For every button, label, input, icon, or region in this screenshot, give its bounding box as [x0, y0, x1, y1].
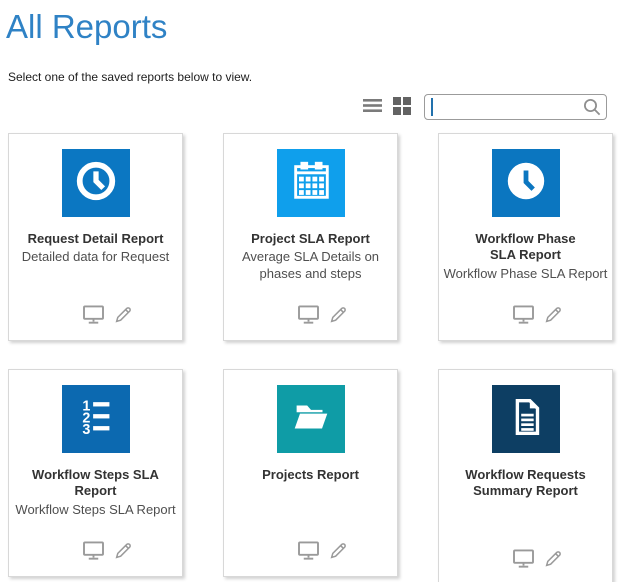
card-actions — [224, 305, 397, 327]
report-title: Projects Report — [224, 467, 397, 483]
report-title: Project SLA Report — [224, 231, 397, 247]
clock-solid-icon — [503, 158, 549, 209]
grid-view-icon — [393, 97, 411, 118]
search-box — [424, 94, 607, 120]
svg-text:3: 3 — [82, 422, 90, 438]
report-card-grid: Request Detail Report Detailed data for … — [8, 133, 628, 582]
calendar-icon — [288, 158, 334, 209]
report-description: Workflow Steps SLA Report — [9, 502, 182, 519]
edit-report-button[interactable] — [114, 305, 133, 327]
search-input[interactable] — [424, 94, 607, 120]
report-tile — [492, 385, 560, 453]
report-tile — [277, 385, 345, 453]
list-view-icon — [363, 98, 382, 116]
view-report-button[interactable] — [297, 541, 320, 563]
monitor-icon — [512, 549, 535, 571]
monitor-icon — [82, 541, 105, 563]
edit-report-button[interactable] — [544, 305, 563, 327]
edit-report-button[interactable] — [114, 541, 133, 563]
view-report-button[interactable] — [297, 305, 320, 327]
pencil-icon — [329, 541, 348, 563]
page-title: All Reports — [6, 8, 628, 46]
pencil-icon — [544, 549, 563, 571]
edit-report-button[interactable] — [329, 541, 348, 563]
view-report-button[interactable] — [512, 549, 535, 571]
report-tile: 1 2 3 — [62, 385, 130, 453]
report-card-workflow-phase-sla[interactable]: Workflow Phase SLA Report Workflow Phase… — [438, 133, 613, 341]
report-title: Workflow Requests Summary Report — [439, 467, 612, 500]
card-actions — [224, 541, 397, 563]
monitor-icon — [82, 305, 105, 327]
card-actions — [9, 305, 182, 327]
report-card-projects[interactable]: Projects Report — [223, 369, 398, 577]
report-description: Average SLA Details on phases and steps — [224, 249, 397, 283]
magnifier-icon[interactable] — [582, 97, 602, 122]
clock-outline-icon — [73, 158, 119, 209]
card-actions — [9, 541, 182, 563]
report-tile — [492, 149, 560, 217]
document-icon — [503, 394, 549, 445]
text-caret — [431, 98, 433, 116]
report-tile — [62, 149, 130, 217]
pencil-icon — [114, 541, 133, 563]
card-actions — [439, 549, 612, 571]
monitor-icon — [512, 305, 535, 327]
card-actions — [439, 305, 612, 327]
numbered-list-icon: 1 2 3 — [73, 394, 119, 445]
monitor-icon — [297, 541, 320, 563]
view-report-button[interactable] — [82, 305, 105, 327]
edit-report-button[interactable] — [544, 549, 563, 571]
report-title: Workflow Phase SLA Report — [439, 231, 612, 264]
report-description: Detailed data for Request — [9, 249, 182, 266]
report-title: Request Detail Report — [9, 231, 182, 247]
report-description: Workflow Phase SLA Report — [439, 266, 612, 283]
list-view-button[interactable] — [363, 98, 382, 116]
view-report-button[interactable] — [82, 541, 105, 563]
pencil-icon — [329, 305, 348, 327]
grid-view-button[interactable] — [393, 97, 411, 118]
toolbar — [0, 93, 628, 121]
report-card-request-detail[interactable]: Request Detail Report Detailed data for … — [8, 133, 183, 341]
report-tile — [277, 149, 345, 217]
page-subtitle: Select one of the saved reports below to… — [8, 70, 628, 84]
monitor-icon — [297, 305, 320, 327]
view-report-button[interactable] — [512, 305, 535, 327]
open-folder-icon — [288, 394, 334, 445]
pencil-icon — [544, 305, 563, 327]
edit-report-button[interactable] — [329, 305, 348, 327]
pencil-icon — [114, 305, 133, 327]
report-card-workflow-requests-summary[interactable]: Workflow Requests Summary Report — [438, 369, 613, 582]
report-card-project-sla[interactable]: Project SLA Report Average SLA Details o… — [223, 133, 398, 341]
report-title: Workflow Steps SLA Report — [9, 467, 182, 500]
report-card-workflow-steps-sla[interactable]: 1 2 3 Workflow Steps SLA Report Workflow… — [8, 369, 183, 577]
